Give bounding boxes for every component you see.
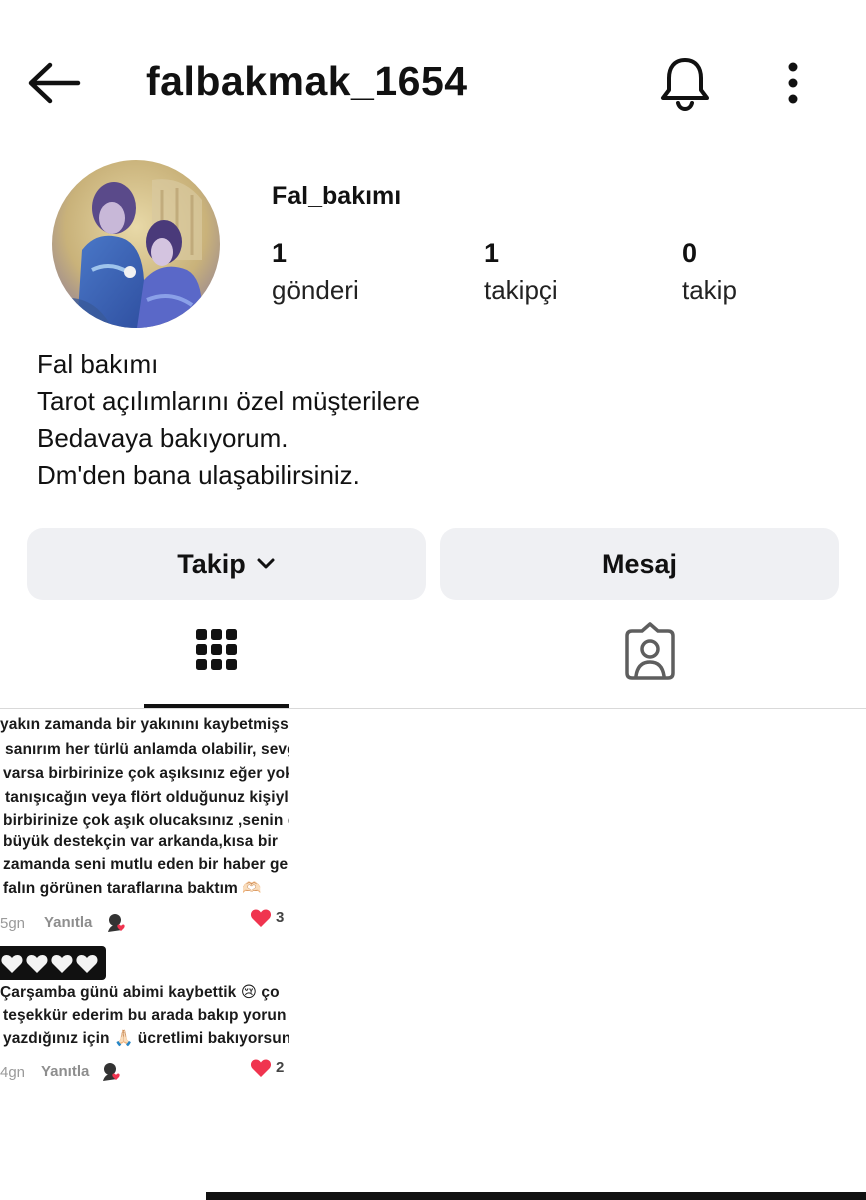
- profile-bio: Fal bakımı Tarot açılımlarını özel müşte…: [37, 346, 837, 494]
- comment-line: falın görünen taraflarına baktım 🫶🏻: [3, 880, 262, 897]
- message-button[interactable]: Mesaj: [440, 528, 839, 600]
- posts-count: 1: [272, 238, 288, 268]
- like-count: 2: [276, 1059, 285, 1076]
- author-liked-icon: [103, 1063, 120, 1081]
- top-bar: falbakmak_1654: [0, 0, 866, 170]
- home-indicator: [206, 1192, 866, 1200]
- comment-line: büyük destekçin var arkanda,kısa bir: [3, 833, 278, 850]
- comment-line: zamanda seni mutlu eden bir haber ge: [3, 856, 289, 873]
- emoji-sticker: 🤍🤍🤍🤍: [0, 946, 106, 980]
- posts-label: gönderi: [272, 275, 359, 305]
- tab-tagged[interactable]: [578, 612, 723, 708]
- comment-time: 4gn: [0, 1064, 26, 1081]
- more-options-icon[interactable]: [772, 58, 814, 108]
- reply-link: Yanıtla: [41, 1063, 90, 1080]
- bio-line: Bedavaya bakıyorum.: [37, 423, 289, 453]
- tab-posts-grid[interactable]: [144, 612, 289, 708]
- bio-line: Dm'den bana ulaşabilirsiniz.: [37, 460, 360, 490]
- comment-line: Çarşamba günü abimi kaybettik 😢 ço: [0, 984, 280, 1001]
- followers-count-stat[interactable]: 1 takipçi: [484, 236, 558, 310]
- comment-line: birbirinize çok aşık olucaksınız ,senin …: [3, 812, 289, 829]
- like-heart-icon: [250, 1059, 272, 1077]
- posts-count-stat[interactable]: 1 gönderi: [272, 236, 359, 310]
- profile-username: falbakmak_1654: [146, 58, 468, 104]
- profile-avatar[interactable]: [52, 160, 220, 328]
- tagged-person-icon: [625, 622, 675, 680]
- profile-display-name: Fal_bakımı: [272, 182, 402, 210]
- comment-line: yazdığınız için 🙏🏻 ücretlimi bakıyorsun: [3, 1030, 289, 1047]
- followers-count: 1: [484, 238, 500, 268]
- following-count: 0: [682, 238, 698, 268]
- follow-button[interactable]: Takip: [27, 528, 426, 600]
- bio-line: Tarot açılımlarını özel müşterilere: [37, 386, 420, 416]
- grid-icon: [196, 629, 237, 670]
- comment-line: yakın zamanda bir yakınını kaybetmişs: [0, 716, 289, 733]
- notification-bell-icon[interactable]: [656, 52, 714, 112]
- comment-line: sanırım her türlü anlamda olabilir, sevg: [5, 741, 289, 758]
- following-label: takip: [682, 275, 737, 305]
- author-liked-icon: [108, 914, 125, 932]
- follow-button-label: Takip: [177, 548, 246, 579]
- reply-link: Yanıtla: [44, 914, 93, 931]
- bio-line: Fal bakımı: [37, 349, 159, 379]
- back-arrow-icon[interactable]: [26, 60, 82, 106]
- comment-line: tanışıcağın veya flört olduğunuz kişiyl: [5, 789, 289, 806]
- followers-label: takipçi: [484, 275, 558, 305]
- comment-time: 5gn: [0, 915, 26, 932]
- chevron-down-icon: [257, 558, 275, 569]
- like-count: 3: [276, 909, 285, 926]
- message-button-label: Mesaj: [601, 548, 678, 579]
- like-heart-icon: [250, 909, 272, 927]
- following-count-stat[interactable]: 0 takip: [682, 236, 737, 310]
- comment-line: varsa birbirinize çok aşıksınız eğer yok: [3, 765, 289, 782]
- post-thumbnail[interactable]: yakın zamanda bir yakınını kaybetmişs sa…: [0, 709, 289, 1098]
- comment-line: teşekkür ederim bu arada bakıp yorun: [3, 1007, 287, 1024]
